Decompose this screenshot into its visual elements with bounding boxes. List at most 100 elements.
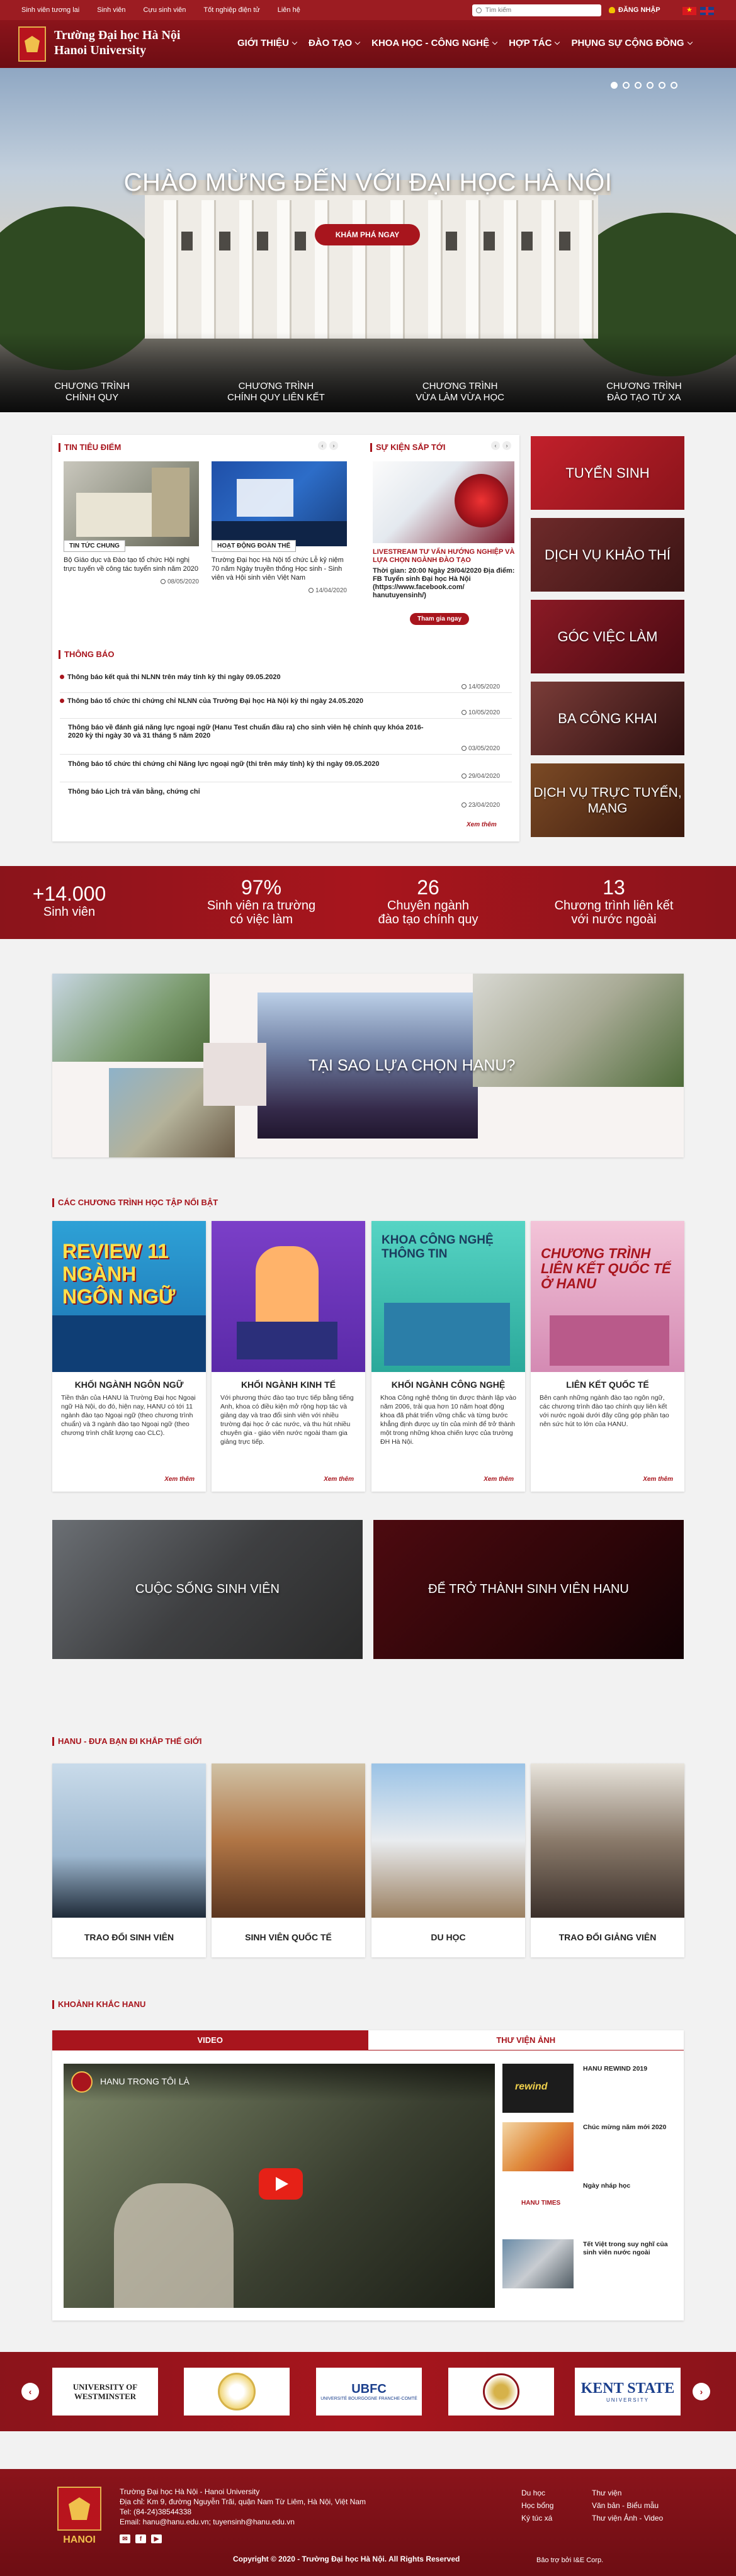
news-title[interactable]: Trường Đại học Hà Nội tổ chức Lễ kỷ niệm… <box>212 556 347 582</box>
news-card[interactable]: HOẠT ĐỘNG ĐOÀN THỂ Trường Đại học Hà Nội… <box>212 461 347 594</box>
channel-avatar[interactable] <box>71 2071 93 2093</box>
brand-name[interactable]: Trường Đại học Hà Nội Hanoi University <box>54 28 181 58</box>
program-title[interactable]: LIÊN KẾT QUỐC TẾ <box>531 1380 684 1390</box>
program-title[interactable]: KHỐI NGÀNH NGÔN NGỮ <box>52 1380 206 1390</box>
partner-logo-seal[interactable] <box>184 2368 290 2416</box>
playlist-title[interactable]: Tết Việt trong suy nghĩ của sinh viên nư… <box>583 2241 672 2257</box>
search-box[interactable] <box>472 4 601 16</box>
nav-science-tech[interactable]: KHOA HỌC - CÔNG NGHỆ <box>371 38 498 48</box>
link-alumni[interactable]: Cựu sinh viên <box>144 6 186 14</box>
see-more-link[interactable]: Xem thêm <box>324 1476 354 1483</box>
tile-career-corner[interactable]: GÓC VIỆC LÀM <box>531 600 684 673</box>
playlist-item[interactable]: rewind HANU REWIND 2019 <box>502 2064 672 2114</box>
news-category-tag[interactable]: TIN TỨC CHUNG <box>64 540 125 552</box>
tab-video[interactable]: VIDEO <box>52 2030 368 2050</box>
tile-student-life[interactable]: CUỘC SỐNG SINH VIÊN <box>52 1520 363 1659</box>
playlist-item[interactable]: HANU TIMES Ngày nháp học <box>502 2181 672 2231</box>
exchange-image[interactable] <box>531 1763 684 1918</box>
link-students[interactable]: Sinh viên <box>97 6 125 14</box>
exchange-title[interactable]: DU HỌC <box>371 1932 525 1942</box>
announcement-item[interactable]: Thông báo tổ chức thi chứng chỉ Năng lực… <box>68 760 380 768</box>
carousel-dot[interactable] <box>635 82 642 89</box>
tile-become-hanu-student[interactable]: ĐỂ TRỞ THÀNH SINH VIÊN HANU <box>373 1520 684 1659</box>
partner-logo-kent-state[interactable]: KENT STATE UNIVERSITY <box>575 2368 681 2416</box>
program-title[interactable]: KHỐI NGÀNH CÔNG NGHỆ <box>371 1380 525 1390</box>
explore-button[interactable]: KHÁM PHÁ NGAY <box>315 224 420 245</box>
program-image[interactable]: KHOA CÔNG NGHỆ THÔNG TIN <box>371 1221 525 1372</box>
link-future-students[interactable]: Sinh viên tương lai <box>21 6 79 14</box>
footer-link[interactable]: Thư viện <box>592 2487 663 2499</box>
news-card[interactable]: TIN TỨC CHUNG Bộ Giáo dục và Đào tạo tổ … <box>64 461 199 585</box>
tile-online-services[interactable]: DỊCH VỤ TRỰC TUYẾN, MẠNG <box>531 763 684 837</box>
program-image[interactable] <box>212 1221 365 1372</box>
program-link-distance[interactable]: CHƯƠNG TRÌNH ĐÀO TẠO TỪ XA <box>552 381 736 403</box>
carousel-dot[interactable] <box>659 82 665 89</box>
link-contact[interactable]: Liên hệ <box>278 6 300 14</box>
facebook-icon[interactable]: f <box>135 2534 146 2543</box>
youtube-icon[interactable]: ▶ <box>151 2534 162 2543</box>
footer-logo[interactable]: HANOI <box>51 2480 108 2550</box>
tile-public-disclosure[interactable]: BA CÔNG KHAI <box>531 682 684 755</box>
vietnam-flag-icon[interactable] <box>682 6 696 15</box>
news-title[interactable]: Bộ Giáo dục và Đào tạo tổ chức Hội nghị … <box>64 556 199 573</box>
playlist-thumbnail[interactable] <box>502 2239 574 2288</box>
footer-link[interactable]: Du học <box>521 2487 553 2499</box>
tab-photo-library[interactable]: THƯ VIỆN ẢNH <box>368 2030 684 2050</box>
event-image[interactable] <box>373 461 514 543</box>
see-more-link[interactable]: Xem thêm <box>164 1476 195 1483</box>
nav-training[interactable]: ĐÀO TẠO <box>309 38 361 48</box>
carousel-dot[interactable] <box>671 82 677 89</box>
announcement-item[interactable]: Thông báo Lịch trả văn bằng, chứng chỉ <box>68 788 200 796</box>
playlist-item[interactable]: Tết Việt trong suy nghĩ của sinh viên nư… <box>502 2239 672 2290</box>
program-image[interactable]: REVIEW 11 NGÀNH NGÔN NGỮ <box>52 1221 206 1372</box>
nav-community[interactable]: PHỤNG SỰ CỘNG ĐỒNG <box>571 38 693 48</box>
program-title[interactable]: KHỐI NGÀNH KINH TẾ <box>212 1380 365 1390</box>
carousel-dot[interactable] <box>647 82 654 89</box>
partner-logo-westminster[interactable]: UNIVERSITY OF WESTMINSTER <box>52 2368 158 2416</box>
partner-logo-ubfc[interactable]: UBFC UNIVERSITÉ BOURGOGNE FRANCHE-COMTÉ <box>316 2368 422 2416</box>
tile-testing-service[interactable]: DỊCH VỤ KHẢO THÍ <box>531 518 684 592</box>
playlist-thumbnail[interactable]: rewind <box>502 2064 574 2113</box>
login-button[interactable]: ĐĂNG NHẬP <box>609 6 660 14</box>
program-card-technology[interactable]: KHOA CÔNG NGHỆ THÔNG TIN KHỐI NGÀNH CÔNG… <box>371 1221 525 1492</box>
news-category-tag[interactable]: HOẠT ĐỘNG ĐOÀN THỂ <box>212 540 297 552</box>
playlist-thumbnail[interactable] <box>502 2122 574 2171</box>
video-player[interactable]: HANU TRONG TÔI LÀ <box>64 2064 495 2308</box>
program-link-joint[interactable]: CHƯƠNG TRÌNH CHÍNH QUY LIÊN KẾT <box>184 381 368 403</box>
carousel-dot[interactable] <box>623 82 630 89</box>
video-title[interactable]: HANU TRONG TÔI LÀ <box>100 2076 190 2086</box>
program-card-international[interactable]: CHƯƠNG TRÌNH LIÊN KẾT QUỐC TẾ Ở HANU LIÊ… <box>531 1221 684 1492</box>
mail-icon[interactable]: ✉ <box>120 2534 130 2543</box>
partner-logo-crest[interactable] <box>448 2368 554 2416</box>
exchange-card[interactable]: TRAO ĐỔI GIẢNG VIÊN <box>531 1763 684 1957</box>
news-image[interactable] <box>64 461 199 546</box>
program-card-languages[interactable]: REVIEW 11 NGÀNH NGÔN NGỮ KHỐI NGÀNH NGÔN… <box>52 1221 206 1492</box>
why-hanu-banner[interactable]: TẠI SAO LỰA CHỌN HANU? <box>52 974 684 1157</box>
chevron-right-icon[interactable]: › <box>502 441 511 450</box>
join-now-button[interactable]: Tham gia ngay <box>410 613 470 625</box>
chevron-left-icon[interactable]: ‹ <box>491 441 500 450</box>
event-title[interactable]: LIVESTREAM TƯ VẤN HƯỚNG NGHIỆP VÀ LỰA CH… <box>373 548 518 565</box>
footer-link[interactable]: Ký túc xá <box>521 2512 553 2524</box>
play-icon[interactable] <box>259 2168 303 2200</box>
news-image[interactable] <box>212 461 347 546</box>
chevron-left-icon[interactable]: ‹ <box>21 2383 39 2400</box>
program-image[interactable]: CHƯƠNG TRÌNH LIÊN KẾT QUỐC TẾ Ở HANU <box>531 1221 684 1372</box>
see-more-link[interactable]: Xem thêm <box>467 821 497 828</box>
carousel-dot[interactable] <box>611 82 618 89</box>
announcement-item[interactable]: Thông báo tổ chức thi chứng chỉ NLNN của… <box>60 697 363 705</box>
tile-admissions[interactable]: TUYỂN SINH <box>531 436 684 510</box>
announcement-item[interactable]: Thông báo kết quả thi NLNN trên máy tính… <box>60 673 281 681</box>
program-link-regular[interactable]: CHƯƠNG TRÌNH CHÍNH QUY <box>0 381 184 403</box>
playlist-item[interactable]: Chúc mừng năm mới 2020 <box>502 2122 672 2173</box>
search-icon[interactable] <box>476 8 482 13</box>
see-more-link[interactable]: Xem thêm <box>484 1476 514 1483</box>
footer-line[interactable]: Email: hanu@hanu.edu.vn; tuyensinh@hanu.… <box>120 2517 366 2527</box>
playlist-thumbnail[interactable]: HANU TIMES <box>502 2181 574 2230</box>
nav-cooperation[interactable]: HỢP TÁC <box>509 38 560 48</box>
exchange-card[interactable]: DU HỌC <box>371 1763 525 1957</box>
uk-flag-icon[interactable] <box>700 7 714 15</box>
chevron-right-icon[interactable]: › <box>693 2383 710 2400</box>
exchange-title[interactable]: SINH VIÊN QUỐC TẾ <box>212 1932 365 1942</box>
program-card-economics[interactable]: KHỐI NGÀNH KINH TẾ Với phương thức đào t… <box>212 1221 365 1492</box>
